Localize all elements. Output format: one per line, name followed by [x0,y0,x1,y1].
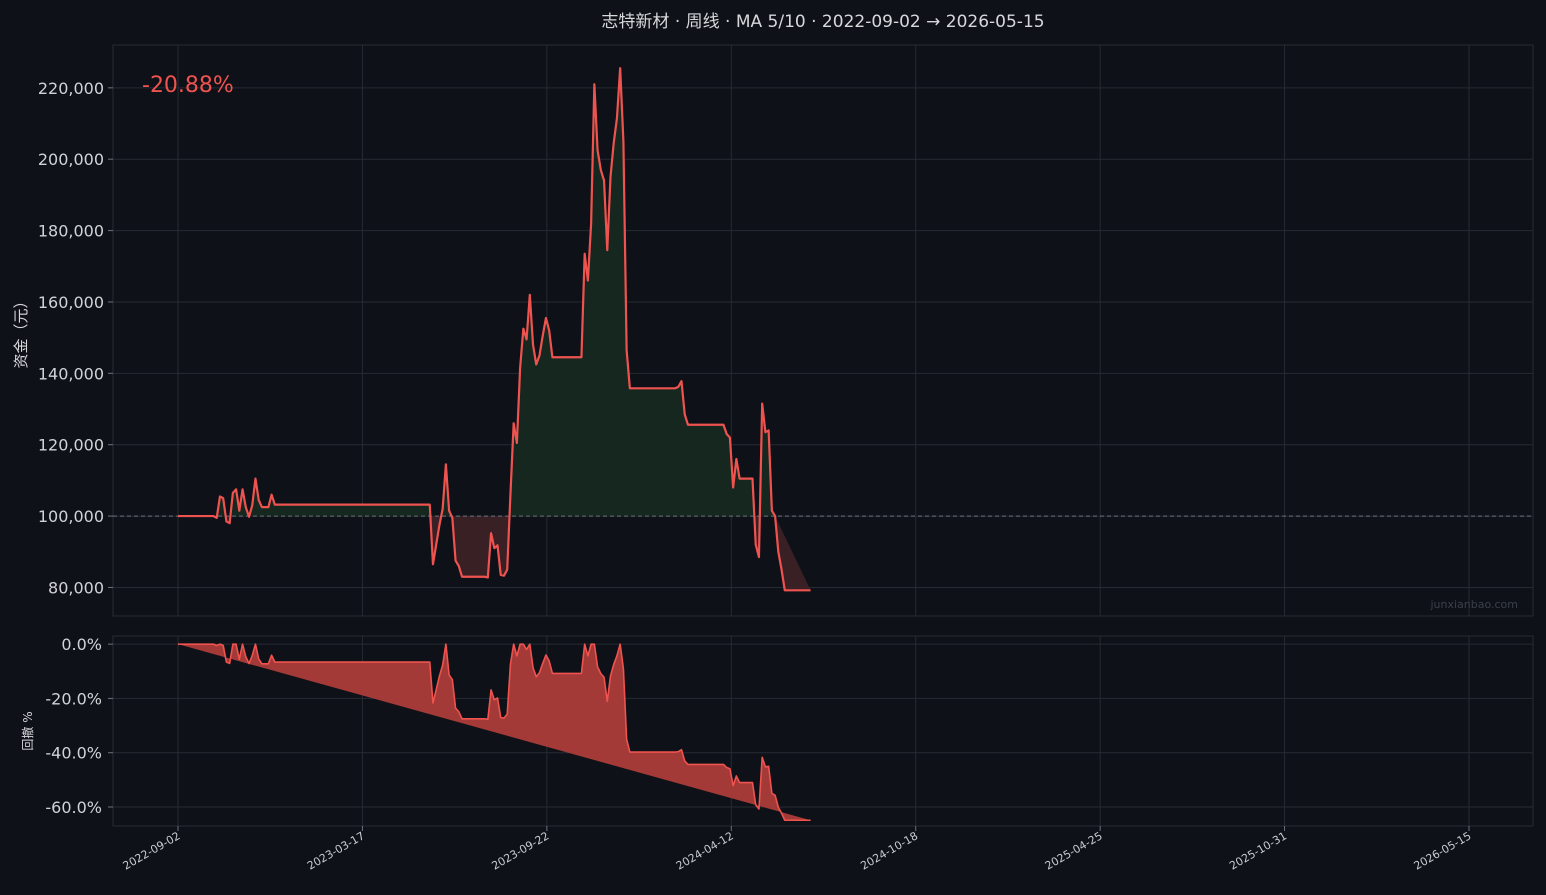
y-tick-label: 140,000 [38,364,104,383]
y-tick-label: 200,000 [38,150,104,169]
y-tick-label: 0.0% [61,635,102,654]
y-tick-label: 220,000 [38,79,104,98]
y-tick-label: 100,000 [38,507,104,526]
y-tick-label: -60.0% [45,798,102,817]
y-tick-label: 80,000 [48,578,104,597]
chart-title: 志特新材 · 周线 · MA 5/10 · 2022-09-02 → 2026-… [601,12,1044,32]
drawdown-axis-label: 回撤 % [20,711,35,750]
y-tick-label: 120,000 [38,436,104,455]
y-tick-label: -20.0% [45,689,102,708]
chart-figure: 志特新材 · 周线 · MA 5/10 · 2022-09-02 → 2026-… [0,0,1546,895]
equity-axis-label: 资金（元） [12,293,30,368]
y-tick-label: -40.0% [45,744,102,763]
return-label: -20.88% [142,73,234,98]
watermark: junxianbao.com [1429,598,1518,611]
y-tick-label: 160,000 [38,293,104,312]
y-tick-label: 180,000 [38,222,104,241]
